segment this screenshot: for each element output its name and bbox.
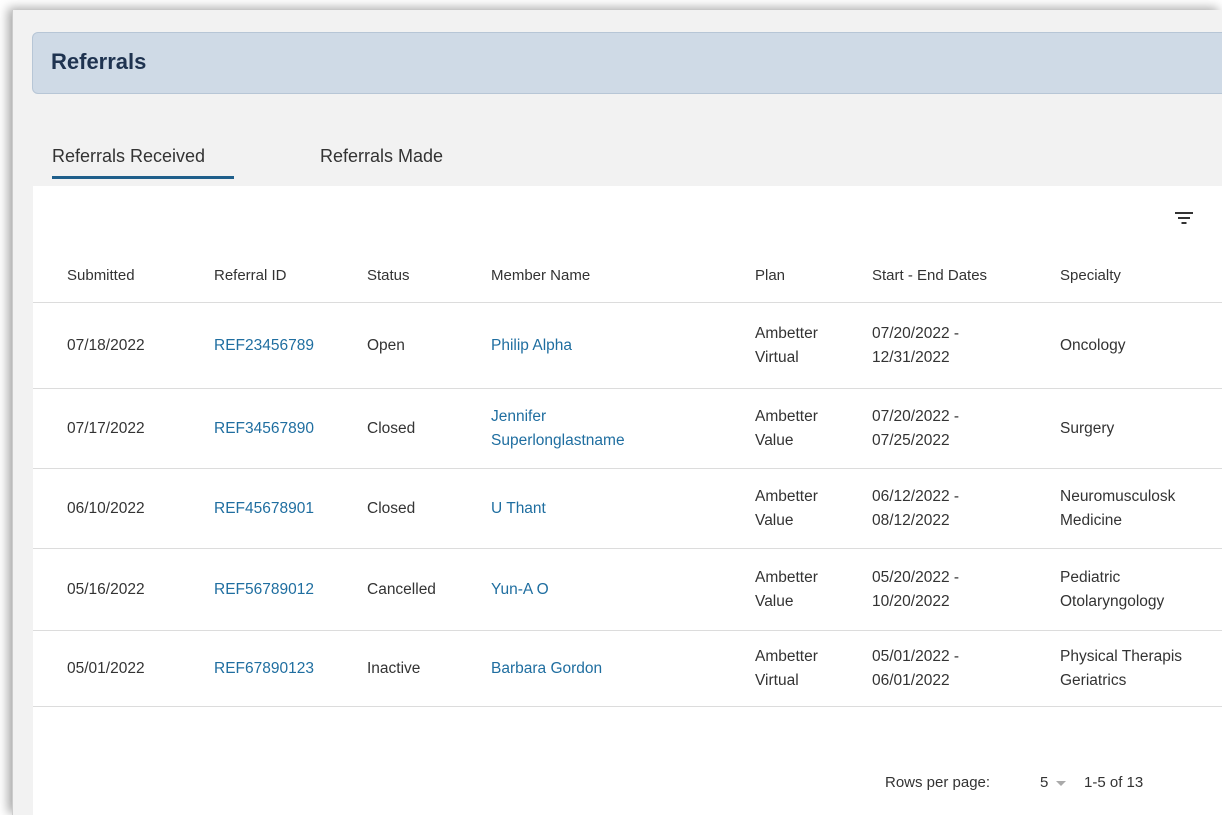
left-border [12,10,13,815]
date-line: 08/12/2022 [872,511,950,529]
cell-specialty: Physical Therapis Geriatrics [1060,630,1222,707]
plan-line: Value [755,511,794,529]
plan-line: Value [755,592,794,610]
cell-specialty: Neuromusculosk Medicine [1060,468,1222,549]
cell-dates: 07/20/2022 - 07/25/2022 [872,388,1060,469]
referrals-table-card: Submitted Referral ID Status Member Name… [33,186,1222,815]
chevron-down-icon[interactable] [1056,781,1066,786]
plan-line: Ambetter [755,487,818,505]
table-row[interactable]: 06/10/2022 REF45678901 Closed U Thant Am… [33,468,1222,549]
date-line: 06/01/2022 [872,671,950,689]
cell-status: Inactive [367,630,491,707]
app-frame: Referrals Referrals Received Referrals M… [12,10,1222,815]
member-name-link[interactable]: Jennifer Superlonglastname [491,388,755,469]
member-name-line[interactable]: Philip Alpha [491,337,572,354]
member-name-line[interactable]: Yun-A O [491,581,549,598]
date-line: 07/20/2022 - [872,324,960,342]
cell-status: Closed [367,388,491,469]
member-name-link[interactable]: Philip Alpha [491,302,755,389]
cell-status: Cancelled [367,548,491,631]
specialty-line: Physical Therapis [1060,647,1183,665]
cell-dates: 06/12/2022 - 08/12/2022 [872,468,1060,549]
cell-dates: 05/01/2022 - 06/01/2022 [872,630,1060,707]
table-pagination: Rows per page: 5 1-5 of 13 [33,760,1222,804]
cell-plan: Ambetter Value [755,468,872,549]
column-header-submitted[interactable]: Submitted [33,248,214,303]
date-line: 05/01/2022 - [872,647,960,665]
referral-id-link[interactable]: REF34567890 [214,388,367,469]
column-header-member-name[interactable]: Member Name [491,248,755,303]
member-name-link[interactable]: Barbara Gordon [491,630,755,707]
plan-line: Value [755,431,794,449]
cell-status: Closed [367,468,491,549]
specialty-line: Neuromusculosk [1060,487,1176,505]
cell-specialty: Oncology [1060,302,1222,389]
referral-id-link[interactable]: REF23456789 [214,302,367,389]
cell-dates: 05/20/2022 - 10/20/2022 [872,548,1060,631]
plan-line: Virtual [755,671,799,689]
column-header-specialty[interactable]: Specialty [1060,248,1222,303]
cell-specialty: Surgery [1060,388,1222,469]
column-header-referral-id[interactable]: Referral ID [214,248,367,303]
date-line: 05/20/2022 - [872,568,960,586]
column-header-status[interactable]: Status [367,248,491,303]
table-row[interactable]: 05/16/2022 REF56789012 Cancelled Yun-A O… [33,548,1222,631]
cell-dates: 07/20/2022 - 12/31/2022 [872,302,1060,389]
referral-id-link[interactable]: REF45678901 [214,468,367,549]
member-name-link[interactable]: Yun-A O [491,548,755,631]
column-header-dates[interactable]: Start - End Dates [872,248,1060,303]
specialty-line: Surgery [1060,419,1115,437]
specialty-line: Geriatrics [1060,671,1127,689]
cell-plan: Ambetter Value [755,548,872,631]
cell-specialty: Pediatric Otolaryngology [1060,548,1222,631]
plan-line: Ambetter [755,407,818,425]
cell-submitted: 06/10/2022 [33,468,214,549]
rows-per-page-label: Rows per page: [885,774,991,791]
filter-icon[interactable] [1173,208,1197,228]
cell-submitted: 07/18/2022 [33,302,214,389]
rows-per-page-select[interactable]: 5 [1040,774,1048,791]
specialty-line: Oncology [1060,336,1126,354]
specialty-line: Medicine [1060,511,1123,529]
plan-line: Ambetter [755,324,818,342]
column-header-plan[interactable]: Plan [755,248,872,303]
cell-plan: Ambetter Virtual [755,302,872,389]
specialty-line: Otolaryngology [1060,592,1165,610]
referral-id-link[interactable]: REF67890123 [214,630,367,707]
cell-plan: Ambetter Value [755,388,872,469]
specialty-line: Pediatric [1060,568,1121,586]
pagination-range: 1-5 of 13 [1084,774,1144,791]
page-header: Referrals [32,32,1222,94]
member-name-line[interactable]: Jennifer [491,408,546,425]
table-row[interactable]: 07/17/2022 REF34567890 Closed Jennifer Su… [33,388,1222,469]
cell-submitted: 05/16/2022 [33,548,214,631]
date-line: 07/20/2022 - [872,407,960,425]
plan-line: Virtual [755,348,799,366]
tab-referrals-made[interactable]: Referrals Made [320,146,443,167]
tab-referrals-received[interactable]: Referrals Received [52,146,235,179]
cell-status: Open [367,302,491,389]
referral-id-link[interactable]: REF56789012 [214,548,367,631]
date-line: 12/31/2022 [872,348,950,366]
date-line: 06/12/2022 - [872,487,960,505]
cell-plan: Ambetter Virtual [755,630,872,707]
member-name-line[interactable]: U Thant [491,500,546,517]
page-title: Referrals [51,49,147,74]
member-name-link[interactable]: U Thant [491,468,755,549]
table-row[interactable]: 07/18/2022 REF23456789 Open Philip Alpha… [33,302,1222,389]
plan-line: Ambetter [755,568,818,586]
cell-submitted: 05/01/2022 [33,630,214,707]
date-line: 10/20/2022 [872,592,950,610]
table-row[interactable]: 05/01/2022 REF67890123 Inactive Barbara … [33,630,1222,707]
member-name-line[interactable]: Barbara Gordon [491,660,602,677]
member-name-line[interactable]: Superlonglastname [491,432,625,449]
table-header-row: Submitted Referral ID Status Member Name… [33,248,1222,303]
referrals-table: Submitted Referral ID Status Member Name… [33,248,1222,707]
date-line: 07/25/2022 [872,431,950,449]
cell-submitted: 07/17/2022 [33,388,214,469]
plan-line: Ambetter [755,647,818,665]
